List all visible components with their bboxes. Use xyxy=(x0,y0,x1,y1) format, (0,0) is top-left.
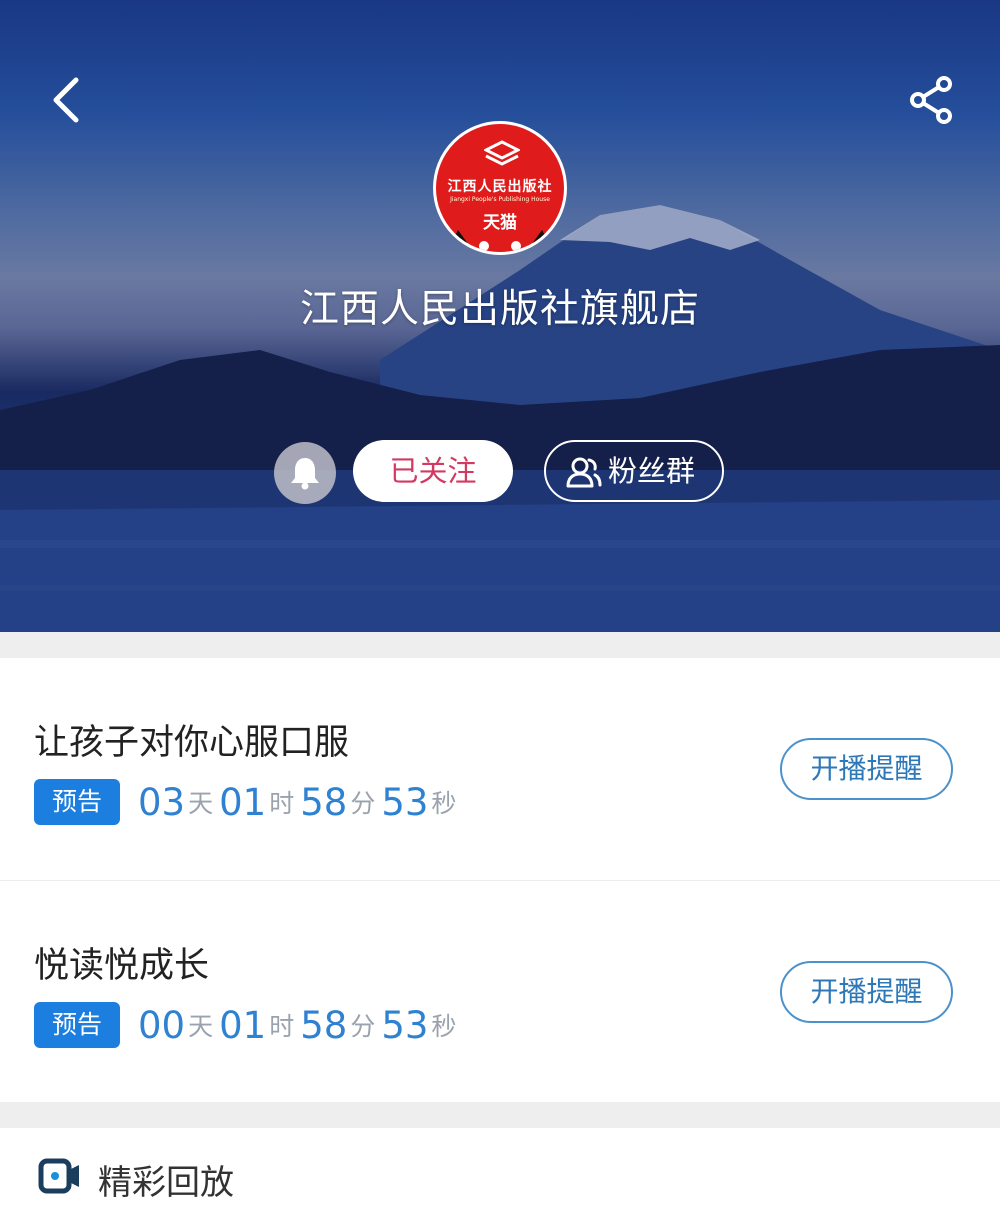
section-divider xyxy=(0,1102,1000,1128)
countdown-minutes: 58 xyxy=(300,780,348,824)
fans-group-label: 粉丝群 xyxy=(608,454,696,488)
fans-group-button[interactable]: 粉丝群 xyxy=(544,440,724,502)
users-icon xyxy=(566,457,602,488)
countdown-seconds: 53 xyxy=(381,780,429,824)
live-preview-item[interactable]: 让孩子对你心服口服 预告 03 天 01 时 58 分 53 秒 开播提醒 xyxy=(0,658,1000,880)
hours-unit: 时 xyxy=(269,789,295,818)
replay-section-header[interactable]: 精彩回放 xyxy=(0,1128,1000,1228)
days-unit: 天 xyxy=(188,1012,214,1041)
countdown-days: 03 xyxy=(138,780,186,824)
countdown-minutes: 58 xyxy=(300,1003,348,1047)
countdown: 预告 03 天 01 时 58 分 53 秒 xyxy=(34,778,462,826)
publisher-logo-mark xyxy=(484,140,520,166)
store-name: 江西人民出版社旗舰店 xyxy=(299,287,700,332)
live-title: 让孩子对你心服口服 xyxy=(34,723,350,763)
seconds-unit: 秒 xyxy=(431,1012,457,1041)
back-button[interactable] xyxy=(40,72,96,128)
share-button[interactable] xyxy=(904,72,960,128)
countdown-days: 00 xyxy=(138,1003,186,1047)
minutes-unit: 分 xyxy=(350,1012,376,1041)
store-header: 江西人民出版社 Jiangxi People's Publishing Hous… xyxy=(0,0,1000,632)
countdown-hours: 01 xyxy=(219,1003,267,1047)
notification-bell-button[interactable] xyxy=(274,442,336,504)
bell-icon xyxy=(291,458,319,490)
countdown-hours: 01 xyxy=(219,780,267,824)
live-reminder-button[interactable]: 开播提醒 xyxy=(780,738,953,800)
preview-badge: 预告 xyxy=(34,779,120,825)
follow-button[interactable]: 已关注 xyxy=(353,440,513,502)
video-camera-icon xyxy=(38,1158,79,1194)
live-preview-list: 让孩子对你心服口服 预告 03 天 01 时 58 分 53 秒 开播提醒 悦读… xyxy=(0,658,1000,1102)
seconds-unit: 秒 xyxy=(431,789,457,818)
share-icon xyxy=(910,76,952,124)
live-preview-item[interactable]: 悦读悦成长 预告 00 天 01 时 58 分 53 秒 开播提醒 xyxy=(0,880,1000,1102)
live-reminder-button[interactable]: 开播提醒 xyxy=(780,961,953,1023)
replay-section-title: 精彩回放 xyxy=(98,1163,234,1203)
days-unit: 天 xyxy=(188,789,214,818)
minutes-unit: 分 xyxy=(350,789,376,818)
chevron-left-icon xyxy=(53,77,79,123)
logo-publisher-name-en: Jiangxi People's Publishing House xyxy=(450,196,550,203)
live-title: 悦读悦成长 xyxy=(34,946,210,986)
preview-badge: 预告 xyxy=(34,1002,120,1048)
tmall-cat-icon xyxy=(446,230,554,252)
logo-publisher-name: 江西人民出版社 xyxy=(447,179,553,195)
hours-unit: 时 xyxy=(269,1012,295,1041)
countdown-seconds: 53 xyxy=(381,1003,429,1047)
store-logo[interactable]: 江西人民出版社 Jiangxi People's Publishing Hous… xyxy=(433,121,567,255)
countdown: 预告 00 天 01 时 58 分 53 秒 xyxy=(34,1001,462,1049)
